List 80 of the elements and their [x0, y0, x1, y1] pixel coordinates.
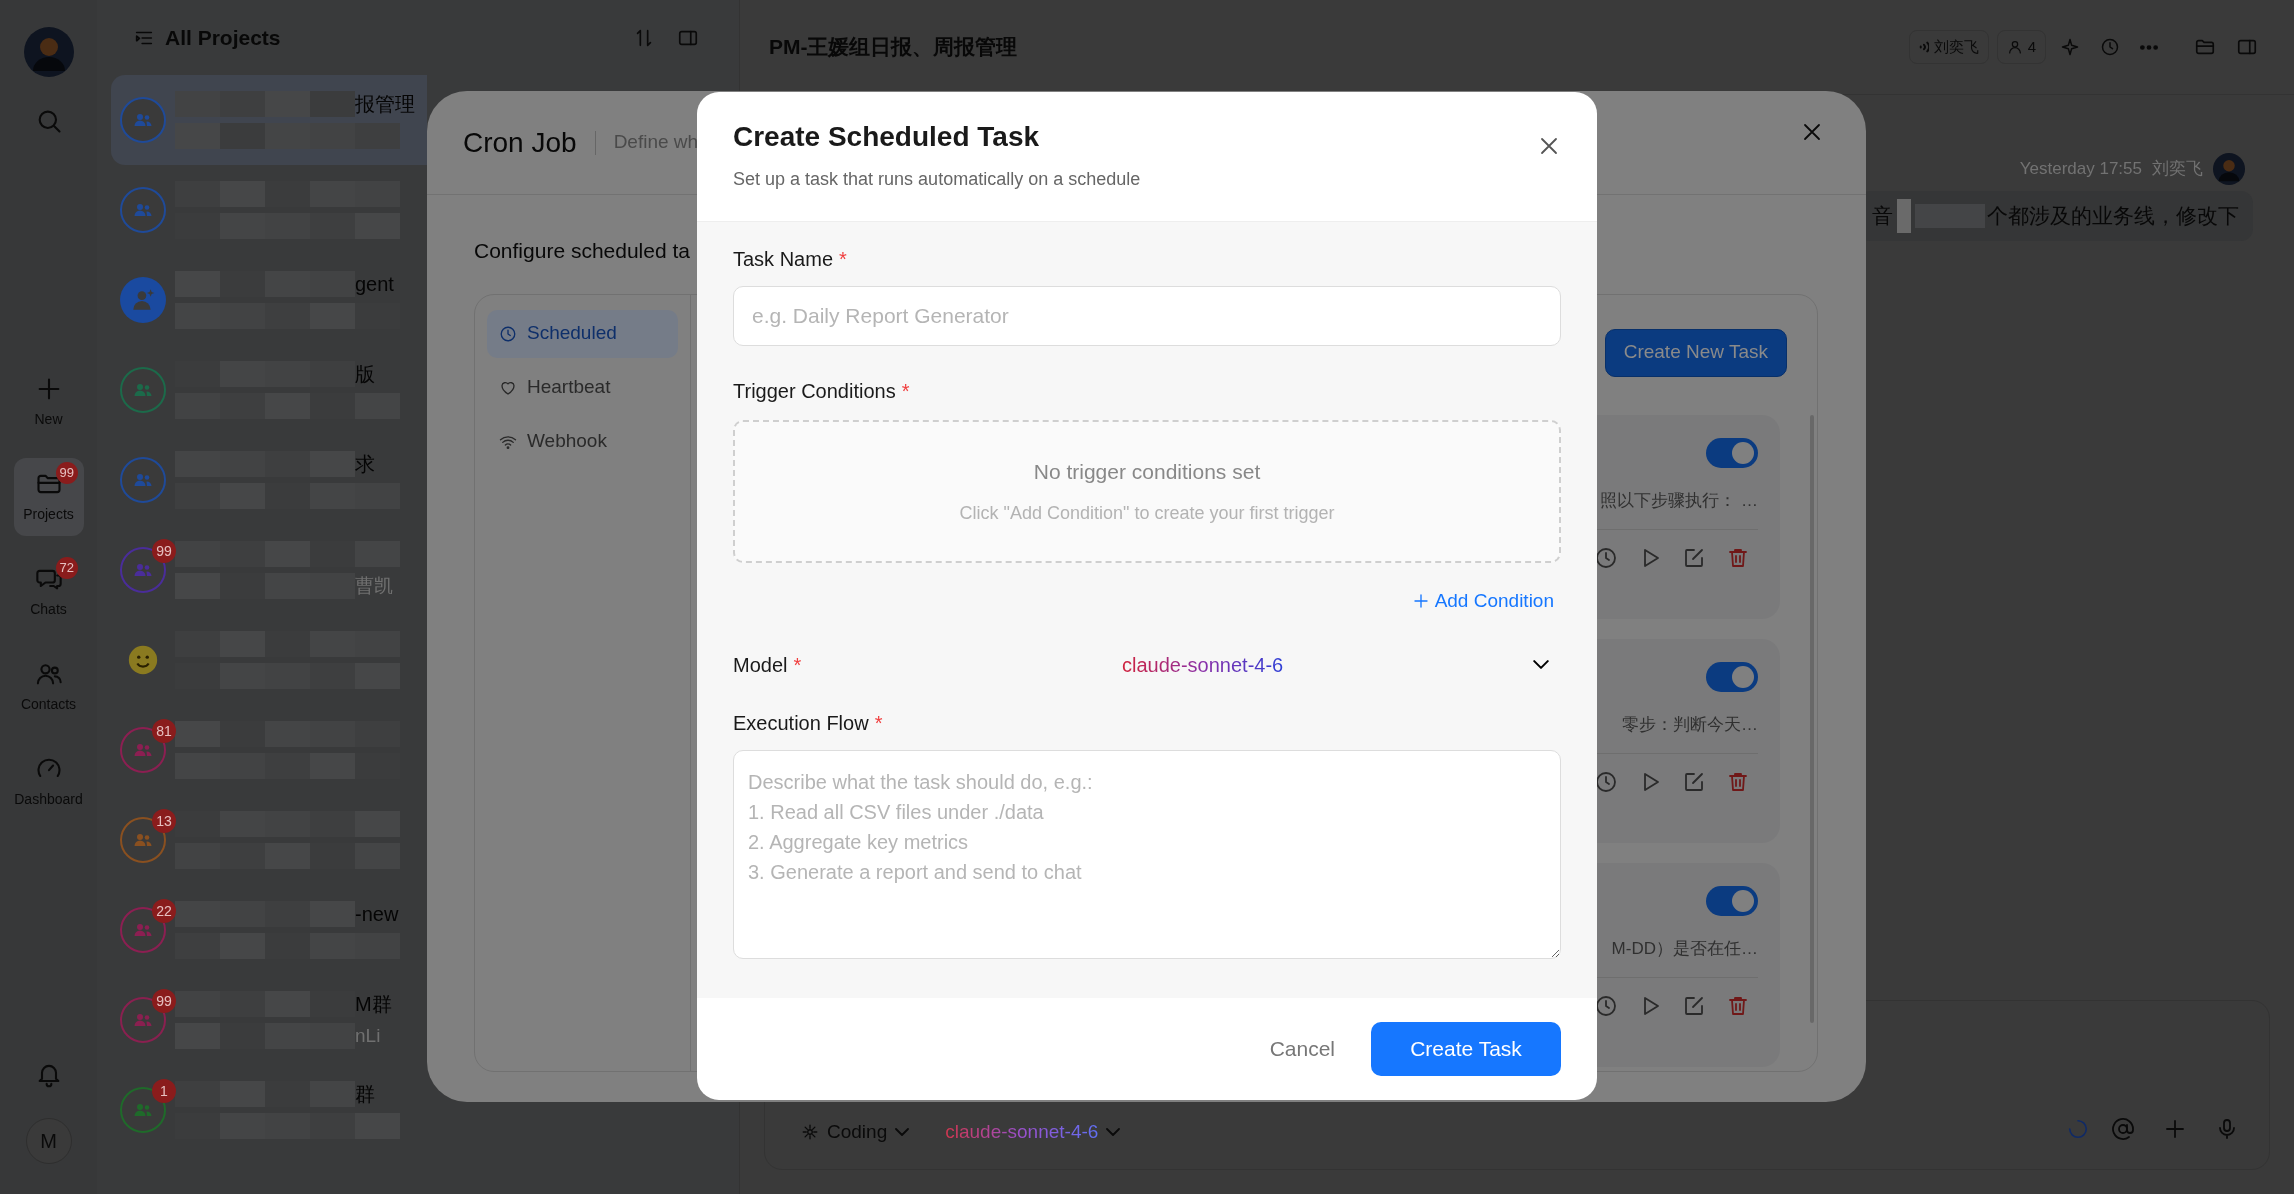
sender-name: 刘奕飞 — [2152, 158, 2203, 181]
avatar — [23, 27, 74, 77]
loading-icon — [2067, 1118, 2089, 1140]
history-button[interactable] — [1594, 994, 1618, 1018]
message-time: Yesterday 17:55 — [2019, 158, 2142, 181]
add-condition-link[interactable]: Add Condition — [1411, 587, 1554, 616]
dialog-title: Create Scheduled Task — [733, 120, 1041, 154]
more-icon — [2140, 44, 2158, 50]
project-item[interactable]: 13 — [111, 795, 427, 885]
empty-state-hint: Click "Add Condition" to create your first trigger — [959, 501, 1335, 525]
create-new-task-button[interactable]: Create New Task — [1604, 328, 1787, 377]
model-dropdown[interactable]: claude-sonnet-4-6 — [1122, 649, 1561, 680]
required-mark: * — [793, 652, 802, 678]
person-icon — [2006, 39, 2023, 55]
clock-icon — [1594, 546, 1618, 570]
edit-button[interactable] — [1682, 546, 1706, 570]
trash-icon — [1726, 770, 1750, 794]
chevron-down-icon — [1533, 660, 1549, 669]
field-label: Trigger Conditions — [733, 379, 896, 404]
broadcast-icon — [1918, 41, 1929, 53]
trash-icon — [1726, 546, 1750, 570]
tab[interactable]: Heartbeat — [487, 363, 678, 412]
unread-badge: 22 — [152, 899, 176, 923]
unread-badge: 13 — [152, 809, 176, 833]
nav-item[interactable]: Projects 99 — [13, 458, 84, 536]
toggle-switch[interactable] — [1706, 885, 1758, 916]
plus-icon — [2163, 1117, 2187, 1141]
toggle-switch[interactable] — [1706, 437, 1758, 468]
delete-button[interactable] — [1726, 770, 1750, 794]
unread-badge: 99 — [152, 989, 176, 1013]
edit-icon — [1682, 546, 1706, 570]
edit-icon — [1682, 994, 1706, 1018]
create-task-button[interactable]: Create Task — [1371, 1022, 1561, 1076]
toggle-switch[interactable] — [1706, 661, 1758, 692]
redaction-bar — [1897, 199, 1911, 233]
history-button[interactable] — [1594, 770, 1618, 794]
task-summary: 零步：判断今天… — [1622, 713, 1758, 736]
clock-icon — [1594, 770, 1618, 794]
clock-icon — [499, 324, 517, 343]
avatar — [2213, 153, 2245, 185]
edit-icon — [1682, 770, 1706, 794]
project-item[interactable]: 81 — [111, 705, 427, 795]
cancel-button[interactable]: Cancel — [1263, 1032, 1341, 1066]
delete-button[interactable] — [1726, 994, 1750, 1018]
clock-icon — [2100, 37, 2120, 57]
required-mark: * — [839, 247, 847, 272]
unread-badge: 81 — [152, 719, 176, 743]
edit-button[interactable] — [1682, 994, 1706, 1018]
input-field[interactable]: e.g. Daily Report Generator — [733, 286, 1561, 346]
unread-badge: 99 — [55, 462, 78, 484]
at-icon — [2111, 1117, 2135, 1141]
trash-icon — [1726, 994, 1750, 1018]
task-summary: M-DD）是否在任… — [1611, 937, 1758, 960]
field-label: Task Name — [733, 247, 834, 272]
empty-state-title: No trigger conditions set — [1033, 459, 1261, 486]
plus-icon — [1411, 592, 1430, 611]
project-name: 报管理 — [355, 92, 415, 117]
task-summary: 照以下步骤执行： … — [1600, 489, 1758, 512]
dialog-title: Cron Job — [463, 125, 577, 160]
field-label: Execution Flow — [733, 710, 869, 736]
clock-icon — [1594, 994, 1618, 1018]
caret-icon — [1106, 1127, 1121, 1136]
delete-button[interactable] — [1726, 546, 1750, 570]
dialog-subtitle: Set up a task that runs automatically on a schedule — [733, 167, 1141, 191]
tab[interactable]: Scheduled — [487, 309, 678, 358]
intro-text: Configure scheduled ta — [474, 238, 690, 264]
caret-icon — [895, 1127, 910, 1136]
history-button[interactable] — [1594, 546, 1618, 570]
sparkle-icon — [2060, 37, 2080, 57]
unread-badge: 72 — [55, 557, 78, 579]
field-label: Model — [733, 652, 788, 678]
tab[interactable]: Webhook — [487, 417, 678, 466]
project-item[interactable]: 报管理 — [111, 75, 427, 165]
unread-badge: 99 — [152, 539, 176, 563]
required-mark: * — [874, 710, 883, 736]
required-mark: * — [901, 379, 910, 404]
text-area[interactable]: Describe what the task should do, e.g.: 1. Read all CSV files under ./data 2. Aggregate key metrics 3. Generate a report and send to chat — [733, 749, 1561, 959]
user-icon — [130, 287, 156, 313]
unread-badge: 1 — [152, 1079, 176, 1103]
edit-button[interactable] — [1682, 770, 1706, 794]
